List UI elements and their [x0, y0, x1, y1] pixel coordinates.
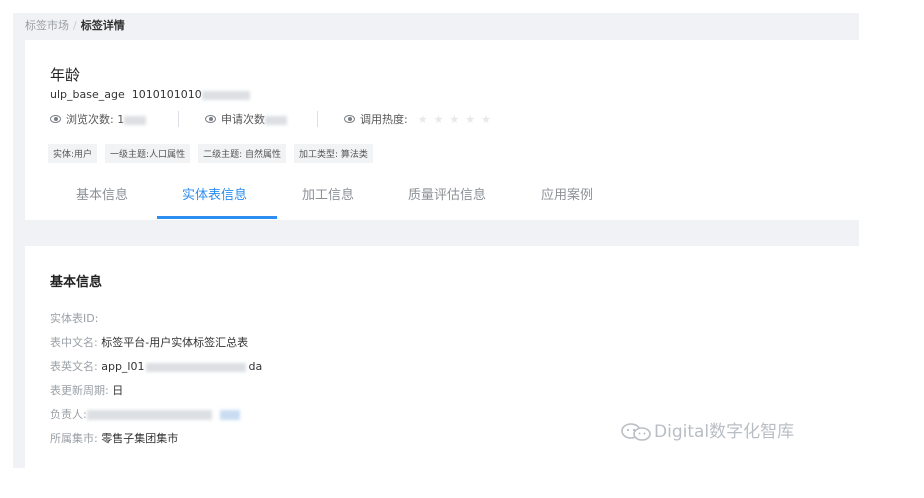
tab-use-cases[interactable]: 应用案例	[541, 184, 593, 203]
field-owner: 负责人:	[50, 406, 240, 422]
eye-icon	[344, 115, 355, 123]
chip-process-type: 加工类型: 算法类	[294, 144, 373, 163]
wechat-icon	[621, 423, 651, 441]
field-entity-table-id: 实体表ID:	[50, 310, 98, 326]
field-label: 表英文名:	[50, 360, 98, 373]
field-value: 标签平台-用户实体标签汇总表	[101, 336, 249, 349]
tab-processing-info[interactable]: 加工信息	[302, 184, 354, 203]
field-value-suffix: da	[248, 360, 263, 373]
chip-theme-level2: 二级主题: 自然属性	[198, 144, 286, 163]
section-title: 基本信息	[50, 275, 103, 290]
redacted-tag-id	[201, 90, 250, 100]
watermark-text: Digital数字化智库	[654, 422, 795, 442]
field-market: 所属集市: 零售子集团集市	[50, 430, 178, 446]
redacted-applies	[265, 115, 287, 125]
field-update-cycle: 表更新周期: 日	[50, 382, 123, 398]
redacted-owner-tag	[219, 410, 240, 420]
tag-code-line: ulp_base_age 1010101010	[50, 88, 250, 101]
field-label: 表更新周期:	[50, 384, 109, 397]
field-label: 表中文名:	[50, 336, 98, 349]
tag-id: 1010101010	[131, 88, 202, 101]
stat-divider	[317, 111, 318, 127]
tag-code: ulp_base_age	[50, 88, 125, 101]
tab-quality-assessment[interactable]: 质量评估信息	[408, 184, 486, 203]
breadcrumb-current: 标签详情	[80, 19, 125, 32]
heat-stars-icon: ★★★★★	[417, 113, 498, 126]
tag-title: 年龄	[50, 66, 81, 84]
views-value: 1	[117, 113, 125, 126]
watermark: Digital数字化智库	[620, 417, 794, 442]
field-value: 零售子集团集市	[101, 432, 179, 445]
field-table-en-name: 表英文名: app_l01 da	[50, 358, 262, 374]
field-value: app_l01	[101, 360, 145, 373]
tab-entity-table-info[interactable]: 实体表信息	[182, 184, 247, 203]
field-value: 日	[112, 384, 124, 397]
active-tab-indicator	[157, 216, 277, 219]
redacted-views	[124, 115, 147, 125]
breadcrumb-parent[interactable]: 标签市场	[25, 19, 69, 32]
applies-label: 申请次数	[221, 113, 265, 126]
breadcrumb-separator: /	[73, 19, 77, 32]
chip-entity: 实体:用户	[48, 144, 98, 163]
breadcrumb: 标签市场 / 标签详情	[25, 17, 125, 33]
eye-icon	[205, 115, 216, 123]
applies-stat: 申请次数	[205, 111, 287, 127]
chip-theme-level1: 一级主题:人口属性	[105, 144, 191, 163]
field-label: 负责人:	[50, 408, 87, 421]
heat-stat: 调用热度: ★★★★★	[344, 111, 497, 127]
views-stat: 浏览次数: 1	[50, 111, 147, 127]
stat-divider	[178, 111, 179, 127]
tag-chips: 实体:用户 一级主题:人口属性 二级主题: 自然属性 加工类型: 算法类	[48, 142, 381, 163]
views-label: 浏览次数:	[66, 113, 114, 126]
redacted-table-name	[146, 362, 247, 372]
redacted-owner	[86, 410, 212, 420]
field-label: 所属集市:	[50, 432, 98, 445]
eye-icon	[50, 115, 61, 123]
field-table-cn-name: 表中文名: 标签平台-用户实体标签汇总表	[50, 334, 248, 350]
tab-basic-info[interactable]: 基本信息	[76, 184, 128, 203]
field-label: 实体表ID:	[50, 312, 99, 325]
heat-label: 调用热度:	[360, 113, 408, 126]
